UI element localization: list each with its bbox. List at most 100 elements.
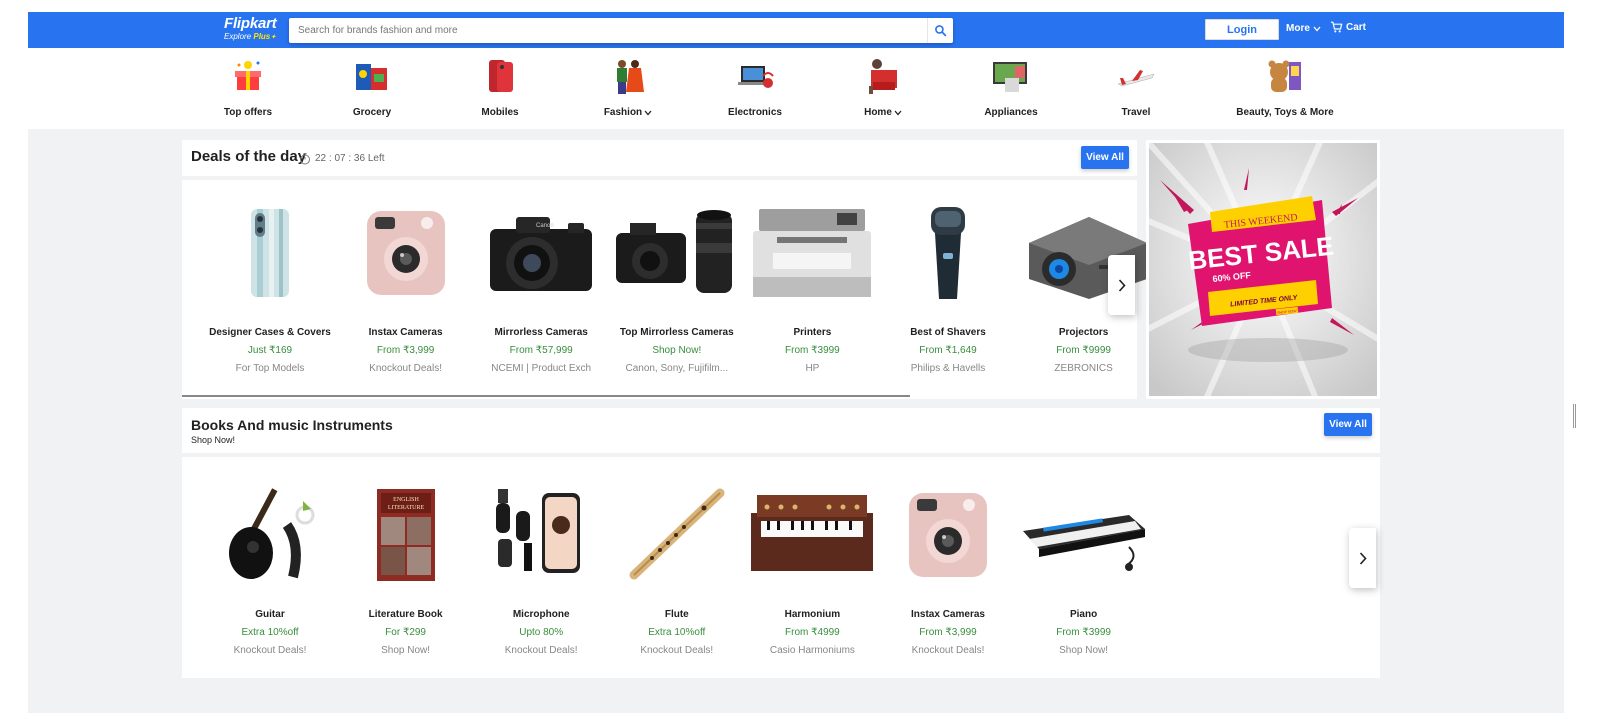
tagline-plus: Plus bbox=[253, 32, 271, 41]
product-price: For ₹299 bbox=[385, 627, 426, 638]
product-price: From ₹3,999 bbox=[919, 627, 977, 638]
product-card[interactable]: Printers From ₹3999 HP bbox=[747, 203, 877, 374]
product-card[interactable]: Canon Mirrorless Cameras From ₹57,999 NCEMI… bbox=[476, 203, 606, 374]
section-divider bbox=[182, 176, 1137, 180]
category-appliances[interactable]: Appliances bbox=[951, 56, 1071, 120]
product-note: Knockout Deals! bbox=[233, 645, 307, 656]
category-fashion[interactable]: Fashion bbox=[568, 56, 688, 120]
laptop-icon bbox=[735, 56, 775, 96]
books-music-section: Books And music Instruments Shop Now! Vi… bbox=[182, 408, 1380, 678]
product-card[interactable]: Microphone Upto 80% Knockout Deals! bbox=[476, 485, 606, 656]
product-card[interactable]: Harmonium From ₹4999 Casio Harmoniums bbox=[747, 485, 877, 656]
product-card[interactable]: Guitar Extra 10%off Knockout Deals! bbox=[205, 485, 335, 656]
home-icon bbox=[863, 56, 903, 96]
category-label: Top offers bbox=[223, 107, 273, 118]
cart-link[interactable]: Cart bbox=[1330, 21, 1366, 33]
product-note: Knockout Deals! bbox=[504, 645, 578, 656]
stopwatch-icon bbox=[300, 153, 310, 165]
chevron-down-icon bbox=[644, 110, 652, 115]
product-name: Microphone bbox=[512, 609, 570, 620]
product-name: Top Mirrorless Cameras bbox=[619, 327, 734, 338]
product-card[interactable]: Instax Cameras From ₹3,999 Knockout Deals! bbox=[883, 485, 1013, 656]
product-name: Instax Cameras bbox=[368, 327, 443, 338]
category-electronics[interactable]: Electronics bbox=[695, 56, 815, 120]
product-note: Knockout Deals! bbox=[369, 363, 442, 374]
cart-icon bbox=[1330, 21, 1343, 33]
category-home[interactable]: Home bbox=[823, 56, 943, 120]
window-scroll-handle[interactable] bbox=[1573, 404, 1576, 428]
brand-name: Flipkart bbox=[224, 15, 277, 32]
product-note: Canon, Sony, Fujifilm... bbox=[625, 363, 729, 374]
product-price: Extra 10%off bbox=[648, 627, 706, 638]
cart-label: Cart bbox=[1346, 21, 1367, 33]
chevron-down-icon bbox=[1313, 26, 1321, 31]
svg-text:LITERATURE: LITERATURE bbox=[387, 505, 424, 511]
next-arrow-button[interactable] bbox=[1108, 255, 1135, 315]
product-price: Just ₹169 bbox=[247, 345, 293, 356]
category-label: Travel bbox=[1121, 107, 1151, 118]
svg-text:ENGLISH: ENGLISH bbox=[393, 497, 419, 503]
category-grocery[interactable]: Grocery bbox=[312, 56, 432, 120]
plus-star-icon: ✦ bbox=[270, 34, 277, 41]
flipkart-logo[interactable]: Flipkart Explore Plus✦ bbox=[224, 16, 277, 43]
product-card[interactable]: Flute Extra 10%off Knockout Deals! bbox=[612, 485, 742, 656]
product-card[interactable]: Piano From ₹3999 Shop Now! bbox=[1019, 485, 1149, 656]
airplane-icon bbox=[1116, 56, 1156, 96]
horizontal-scrollbar[interactable] bbox=[182, 395, 910, 397]
tagline-prefix: Explore bbox=[224, 32, 254, 41]
next-arrow-button[interactable] bbox=[1349, 528, 1376, 588]
category-label: Mobiles bbox=[481, 107, 519, 118]
product-card[interactable]: Designer Cases & Covers Just ₹169 For Top … bbox=[205, 203, 335, 374]
product-name: Flute bbox=[664, 609, 689, 620]
view-all-button[interactable]: View All bbox=[1081, 146, 1129, 169]
fashion-icon bbox=[608, 56, 648, 96]
login-button[interactable]: Login bbox=[1205, 19, 1279, 40]
product-name: Guitar bbox=[255, 609, 285, 620]
product-price: From ₹3,999 bbox=[376, 345, 435, 356]
home-label: Home bbox=[864, 107, 892, 118]
section-title: Books And music Instruments bbox=[191, 417, 393, 433]
category-beauty-toys[interactable]: Beauty, Toys & More bbox=[1205, 56, 1365, 120]
product-note: ZEBRONICS bbox=[1054, 363, 1113, 374]
sale-banner[interactable]: THIS WEEKEND BEST SALE 60% OFF LIMITED T… bbox=[1143, 137, 1382, 401]
explore-plus-tagline: Explore Plus✦ bbox=[224, 32, 277, 43]
product-name: Instax Cameras bbox=[911, 609, 985, 620]
search-input[interactable] bbox=[289, 18, 923, 43]
microphone-icon bbox=[476, 485, 606, 585]
product-note: Philips & Havells bbox=[910, 363, 986, 374]
deal-timer: 22 : 07 : 36 Left bbox=[299, 152, 385, 165]
product-price: From ₹9999 bbox=[1056, 345, 1111, 356]
category-mobiles[interactable]: Mobiles bbox=[440, 56, 560, 120]
product-name: Designer Cases & Covers bbox=[209, 327, 331, 338]
category-label: Appliances bbox=[984, 107, 1038, 118]
product-price: From ₹3999 bbox=[1056, 627, 1111, 638]
product-card[interactable]: Instax Cameras From ₹3,999 Knockout Deals! bbox=[341, 203, 471, 374]
category-top-offers[interactable]: Top offers bbox=[188, 56, 308, 120]
product-card[interactable]: ENGLISH LITERATURE Literature Book For ₹299… bbox=[341, 485, 471, 656]
timer-text: 22 : 07 : 36 Left bbox=[315, 153, 385, 164]
product-price: Extra 10%off bbox=[241, 627, 299, 638]
view-all-button[interactable]: View All bbox=[1324, 413, 1372, 436]
fashion-label: Fashion bbox=[603, 107, 643, 118]
harmonium-icon bbox=[747, 485, 877, 585]
category-travel[interactable]: Travel bbox=[1076, 56, 1196, 120]
product-price: Upto 80% bbox=[519, 627, 564, 638]
mirrorless-camera-icon: Canon bbox=[476, 203, 606, 303]
product-name: Literature Book bbox=[368, 609, 443, 620]
mobile-icon bbox=[480, 56, 520, 96]
camera-lens-icon bbox=[612, 203, 742, 303]
product-card[interactable]: Best of Shavers From ₹1,649 Philips & Have… bbox=[883, 203, 1013, 374]
search-bar bbox=[289, 18, 953, 43]
product-note: Casio Harmoniums bbox=[769, 645, 855, 656]
product-name: Harmonium bbox=[784, 609, 841, 620]
svg-text:Canon: Canon bbox=[536, 223, 554, 229]
product-note: Knockout Deals! bbox=[640, 645, 714, 656]
search-button[interactable] bbox=[927, 18, 953, 43]
more-label: More bbox=[1286, 23, 1310, 34]
category-label: Grocery bbox=[352, 107, 392, 118]
product-note: Knockout Deals! bbox=[911, 645, 985, 656]
product-price: From ₹57,999 bbox=[509, 345, 573, 356]
more-menu[interactable]: More bbox=[1286, 23, 1321, 34]
grocery-icon bbox=[352, 56, 392, 96]
product-card[interactable]: Top Mirrorless Cameras Shop Now! Canon, So… bbox=[612, 203, 742, 374]
